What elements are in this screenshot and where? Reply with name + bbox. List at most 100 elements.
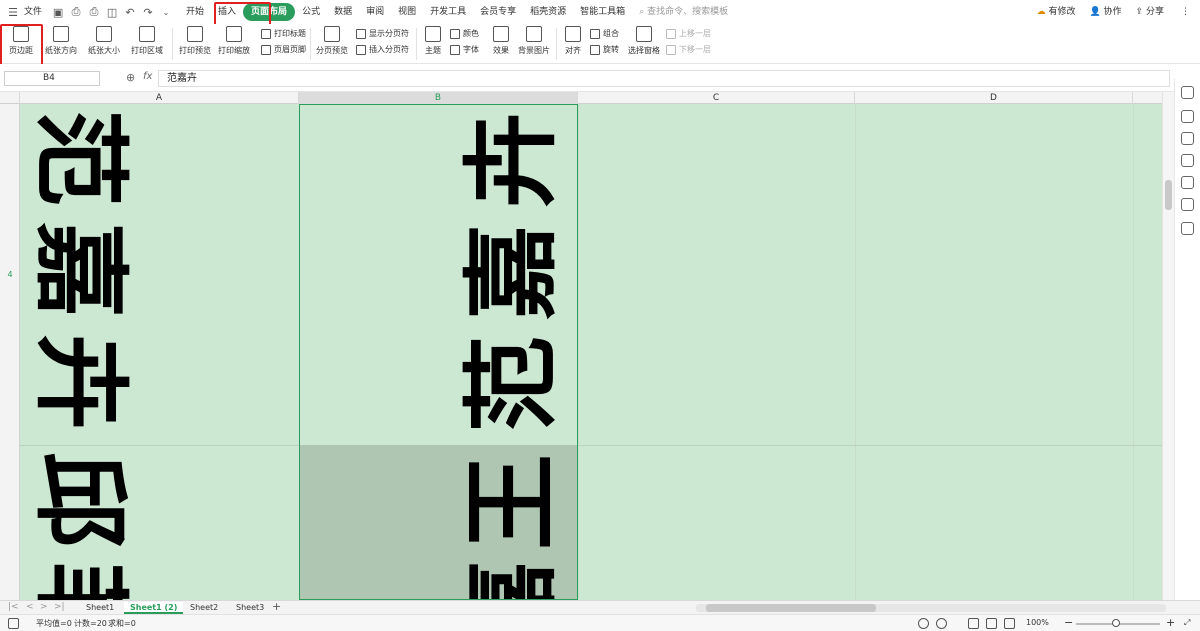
select-all-corner[interactable]	[0, 92, 20, 104]
zoom-out-icon[interactable]: −	[1064, 616, 1073, 629]
print-area-button[interactable]: 打印区域	[128, 26, 166, 56]
paper-size-button[interactable]: 纸张大小	[86, 26, 122, 56]
print-icon[interactable]: ⎙	[87, 5, 101, 19]
settings-sliders-icon[interactable]	[1181, 132, 1194, 145]
margins-button[interactable]: 页边距	[5, 26, 37, 56]
hamburger-menu-icon[interactable]: ☰	[6, 5, 20, 19]
column-header-c[interactable]: C	[578, 92, 855, 104]
share-button[interactable]: ⇪ 分享	[1129, 3, 1171, 21]
spreadsheet-grid[interactable]: A B C D 4 范 嘉 卉 邱 菲 卉 嘉 范 王 嘉	[0, 92, 1162, 600]
zoom-slider-thumb[interactable]	[1112, 619, 1120, 627]
tab-member[interactable]: 会员专享	[473, 3, 523, 21]
sheet-tab-active[interactable]: Sheet1 (2)	[124, 602, 184, 614]
share-panel-icon[interactable]	[1181, 198, 1194, 211]
page-layout-view-icon[interactable]	[986, 618, 997, 629]
export-icon[interactable]: ⎙	[69, 5, 83, 19]
align-button[interactable]: 对齐	[561, 26, 585, 56]
add-sheet-icon[interactable]: +	[272, 600, 281, 613]
location-icon[interactable]	[1181, 222, 1194, 235]
help-icon[interactable]	[1181, 176, 1194, 189]
theme-button[interactable]: 主题	[421, 26, 445, 56]
tab-home[interactable]: 开始	[179, 3, 211, 21]
header-footer-icon	[261, 44, 271, 55]
column-header-b[interactable]: B	[299, 92, 578, 104]
rotate-button[interactable]: 旋转	[590, 44, 619, 55]
tab-data[interactable]: 数据	[327, 3, 359, 21]
tab-review[interactable]: 审阅	[359, 3, 391, 21]
colors-button[interactable]: 颜色	[450, 28, 479, 39]
eye-protection-icon[interactable]	[918, 618, 929, 629]
undo-icon[interactable]: ↶	[123, 5, 137, 19]
row-header-4[interactable]: 4	[0, 270, 20, 279]
insert-page-break-button[interactable]: 插入分页符	[356, 44, 409, 55]
fullscreen-icon[interactable]: ⤢	[1184, 618, 1190, 628]
header-footer-button[interactable]: 页眉页脚	[261, 44, 306, 55]
normal-view-icon[interactable]	[968, 618, 979, 629]
file-menu[interactable]: 文件	[22, 3, 49, 21]
chevron-down-icon[interactable]: ⌄	[159, 5, 173, 19]
redo-icon[interactable]: ↷	[141, 5, 155, 19]
page-break-view-icon[interactable]	[1004, 618, 1015, 629]
tab-developer[interactable]: 开发工具	[423, 3, 473, 21]
bring-forward-button[interactable]: 上移一层	[666, 28, 711, 39]
macro-icon[interactable]	[8, 618, 19, 629]
vertical-scroll-thumb[interactable]	[1165, 180, 1172, 210]
zoom-level[interactable]: 100%	[1026, 618, 1049, 627]
tab-page-layout[interactable]: 页面布局	[243, 3, 296, 21]
select-pointer-icon[interactable]	[1181, 110, 1194, 123]
column-header-a[interactable]: A	[20, 92, 299, 104]
tab-smart-tools[interactable]: 智能工具箱	[573, 3, 632, 21]
last-sheet-icon[interactable]: >|	[54, 602, 65, 612]
zoom-formula-icon[interactable]: ⊕	[126, 71, 135, 84]
horizontal-scrollbar[interactable]	[696, 604, 1166, 612]
orientation-button[interactable]: 纸张方向	[43, 26, 79, 56]
prev-sheet-icon[interactable]: <	[26, 602, 34, 612]
tab-view[interactable]: 视图	[391, 3, 423, 21]
background-image-button[interactable]: 背景图片	[518, 26, 550, 56]
print-preview-icon	[187, 26, 203, 42]
share-icon: ⇪	[1135, 7, 1144, 17]
fx-button[interactable]: fx	[143, 71, 152, 82]
ribbon-divider	[416, 28, 417, 60]
column-header-d[interactable]: D	[855, 92, 1133, 104]
zoom-in-icon[interactable]: +	[1166, 616, 1175, 629]
print-scale-button[interactable]: 打印缩放	[216, 26, 252, 56]
sheet-tab[interactable]: Sheet3	[230, 602, 270, 614]
sheet-tab[interactable]: Sheet1	[80, 602, 120, 614]
effects-button[interactable]: 效果	[488, 26, 514, 56]
selection-pane-button[interactable]: 选择窗格	[628, 26, 660, 56]
fonts-button[interactable]: 字体	[450, 44, 479, 55]
page-break-preview-button[interactable]: 分页预览	[315, 26, 349, 56]
print-scale-icon	[226, 26, 242, 42]
changes-button[interactable]: ☁ 有修改	[1030, 3, 1083, 21]
style-icon[interactable]	[1181, 86, 1194, 99]
group-button[interactable]: 组合	[590, 28, 619, 39]
format-icon[interactable]	[1181, 154, 1194, 167]
more-icon[interactable]: ⋮	[1171, 3, 1200, 21]
preview-icon[interactable]: ◫	[105, 5, 119, 19]
print-preview-button[interactable]: 打印预览	[178, 26, 212, 56]
tab-formulas[interactable]: 公式	[295, 3, 327, 21]
checkbox-icon	[356, 28, 366, 39]
formula-input[interactable]: 范嘉卉	[158, 70, 1170, 87]
print-area-icon	[139, 26, 155, 42]
sheet-tab[interactable]: Sheet2	[184, 602, 224, 614]
vertical-scrollbar[interactable]	[1162, 92, 1174, 600]
command-search[interactable]: ⌕ 查找命令、搜索模板	[632, 3, 735, 21]
save-icon[interactable]: ▣	[51, 5, 65, 19]
print-titles-button[interactable]: 打印标题	[261, 28, 306, 39]
name-box[interactable]: B4	[4, 71, 100, 86]
show-page-breaks-checkbox[interactable]: 显示分页符	[356, 28, 409, 39]
next-sheet-icon[interactable]: >	[40, 602, 48, 612]
send-backward-button[interactable]: 下移一层	[666, 44, 711, 55]
palette-icon	[450, 28, 460, 39]
horizontal-scroll-thumb[interactable]	[706, 604, 876, 612]
language-icon[interactable]	[936, 618, 947, 629]
status-sum: 求和=0	[108, 619, 136, 628]
tab-docer[interactable]: 稻壳资源	[523, 3, 573, 21]
effects-icon	[493, 26, 509, 42]
collab-button[interactable]: 👤 协作	[1082, 3, 1128, 21]
gridline	[578, 104, 579, 600]
tab-insert[interactable]: 插入	[211, 3, 243, 21]
first-sheet-icon[interactable]: |<	[8, 602, 19, 612]
